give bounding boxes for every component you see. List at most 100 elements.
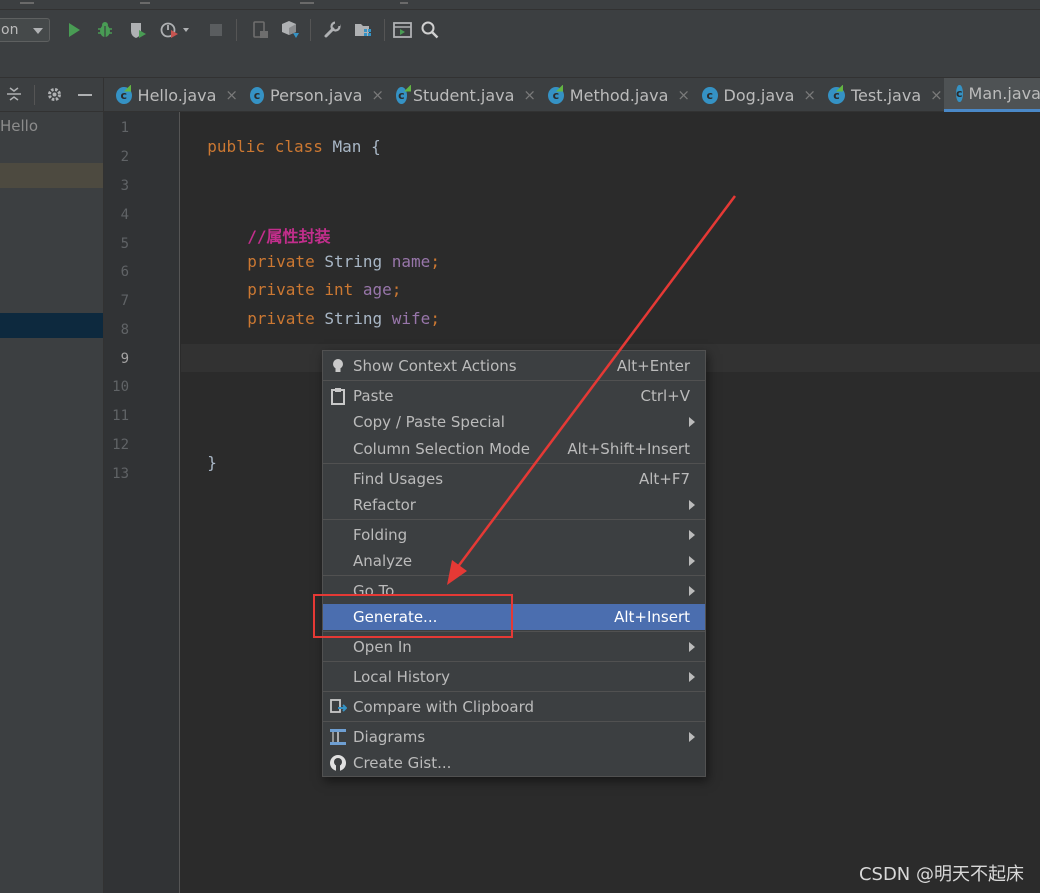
run-config-dropdown[interactable]: on — [0, 18, 50, 42]
menu-item-diagrams[interactable]: Diagrams — [323, 724, 705, 750]
code-line-7: private String wife; — [228, 290, 440, 328]
coverage-button[interactable] — [128, 20, 148, 40]
tab-dog-java[interactable]: c Dog.java × — [690, 78, 816, 112]
hide-pane-button[interactable] — [78, 94, 92, 96]
menu-item-local-history[interactable]: Local History — [323, 664, 705, 690]
project-tool-window: Hello — [0, 78, 104, 893]
title-fragment — [400, 2, 408, 4]
editor-context-menu: Show Context Actions Alt+Enter Paste Ctr… — [322, 350, 706, 777]
line-number: 5 — [120, 236, 129, 252]
menu-item-find-usages[interactable]: Find Usages Alt+F7 — [323, 466, 705, 492]
menu-item-label: Diagrams — [353, 728, 426, 746]
tab-student-java[interactable]: c Student.java × — [384, 78, 536, 112]
close-icon[interactable]: × — [371, 86, 384, 104]
close-icon[interactable]: × — [523, 86, 536, 104]
profile-button[interactable] — [158, 20, 192, 40]
debug-button[interactable] — [95, 20, 115, 40]
menu-item-label: Create Gist... — [353, 754, 452, 772]
tab-test-java[interactable]: c Test.java × — [816, 78, 944, 112]
collapse-icon — [7, 87, 21, 101]
tab-method-java[interactable]: c Method.java × — [536, 78, 690, 112]
tab-person-java[interactable]: c Person.java × — [238, 78, 384, 112]
menu-item-label: Open In — [353, 638, 412, 656]
type-name: String — [324, 309, 383, 328]
watermark: CSDN @明天不起床 — [858, 864, 1024, 885]
menu-item-label: Column Selection Mode — [353, 440, 530, 458]
header-divider — [34, 85, 35, 105]
menu-item-label: Paste — [353, 387, 394, 405]
annotation-highlight-box — [313, 594, 513, 638]
project-tree-row-selected[interactable] — [0, 313, 103, 338]
presentation-button[interactable] — [393, 20, 413, 40]
menu-item-compare-with-clipboard[interactable]: Compare with Clipboard — [323, 694, 705, 720]
menu-item-show-context-actions[interactable]: Show Context Actions Alt+Enter — [323, 353, 705, 379]
title-strip — [0, 0, 1040, 10]
build-artifacts-button[interactable] — [280, 20, 300, 40]
line-number: 1 — [120, 120, 129, 136]
submenu-arrow-icon — [689, 530, 695, 540]
menu-item-paste[interactable]: Paste Ctrl+V — [323, 383, 705, 409]
tab-man-java[interactable]: c Man.java — [944, 78, 1040, 112]
close-icon[interactable]: × — [677, 86, 690, 104]
search-button[interactable] — [420, 20, 440, 40]
line-number-gutter: 1 2 3 4 5 6 7 8 9 10 11 12 13 — [104, 112, 180, 893]
brace: { — [371, 137, 381, 156]
clipboard-icon — [331, 388, 345, 405]
brace: } — [207, 453, 217, 472]
close-icon[interactable]: × — [930, 86, 943, 104]
menu-item-column-selection-mode[interactable]: Column Selection Mode Alt+Shift+Insert — [323, 436, 705, 462]
menu-separator — [323, 519, 705, 520]
project-structure-button[interactable] — [354, 20, 374, 40]
menu-item-refactor[interactable]: Refactor — [323, 492, 705, 518]
profiler-icon — [160, 22, 189, 38]
line-number: 12 — [112, 437, 129, 453]
menu-item-analyze[interactable]: Analyze — [323, 548, 705, 574]
title-fragment — [300, 2, 314, 4]
java-class-icon: c — [702, 86, 718, 104]
menu-separator — [323, 661, 705, 662]
submenu-arrow-icon — [689, 586, 695, 596]
menu-separator — [323, 721, 705, 722]
diagram-icon — [330, 729, 346, 745]
device-button[interactable] — [250, 20, 270, 40]
menu-item-label: Compare with Clipboard — [353, 698, 535, 716]
navigation-bar — [0, 50, 1040, 78]
code-line-1: public class Man { — [188, 118, 381, 156]
menu-shortcut: Alt+Insert — [614, 608, 690, 626]
main-toolbar: on — [0, 10, 1040, 50]
menu-item-folding[interactable]: Folding — [323, 522, 705, 548]
menu-separator — [323, 463, 705, 464]
menu-item-label: Folding — [353, 526, 408, 544]
toolbar-divider — [236, 19, 237, 41]
menu-item-label: Local History — [353, 668, 451, 686]
menu-item-create-gist[interactable]: Create Gist... — [323, 750, 705, 776]
menu-item-label: Refactor — [353, 496, 416, 514]
menu-item-label: Copy / Paste Special — [353, 413, 505, 431]
tab-hello-java[interactable]: c Hello.java × — [104, 78, 238, 112]
project-tree-item[interactable]: Hello — [0, 117, 38, 135]
stop-button[interactable] — [206, 20, 226, 40]
settings-button[interactable] — [322, 20, 342, 40]
class-name: Man — [332, 137, 362, 156]
run-config-label: on — [1, 22, 19, 38]
collapse-all-button[interactable] — [6, 86, 22, 106]
menu-item-copy-paste-special[interactable]: Copy / Paste Special — [323, 409, 705, 435]
run-button[interactable] — [64, 20, 84, 40]
search-icon — [421, 21, 439, 39]
project-tree-row-highlight[interactable] — [0, 163, 103, 188]
line-number: 8 — [120, 322, 129, 338]
menu-item-label: Show Context Actions — [353, 357, 517, 375]
close-icon[interactable]: × — [803, 86, 816, 104]
submenu-arrow-icon — [689, 556, 695, 566]
line-number-current: 9 — [120, 351, 129, 367]
device-icon — [253, 21, 268, 38]
submenu-arrow-icon — [689, 642, 695, 652]
line-number: 10 — [112, 379, 129, 395]
java-class-icon: c — [250, 86, 265, 104]
github-icon — [330, 755, 346, 771]
close-icon[interactable]: × — [225, 86, 238, 104]
tab-label: Student.java — [412, 85, 515, 105]
project-settings-button[interactable] — [46, 86, 63, 107]
menu-shortcut: Alt+F7 — [638, 470, 690, 488]
semicolon: ; — [430, 309, 440, 328]
